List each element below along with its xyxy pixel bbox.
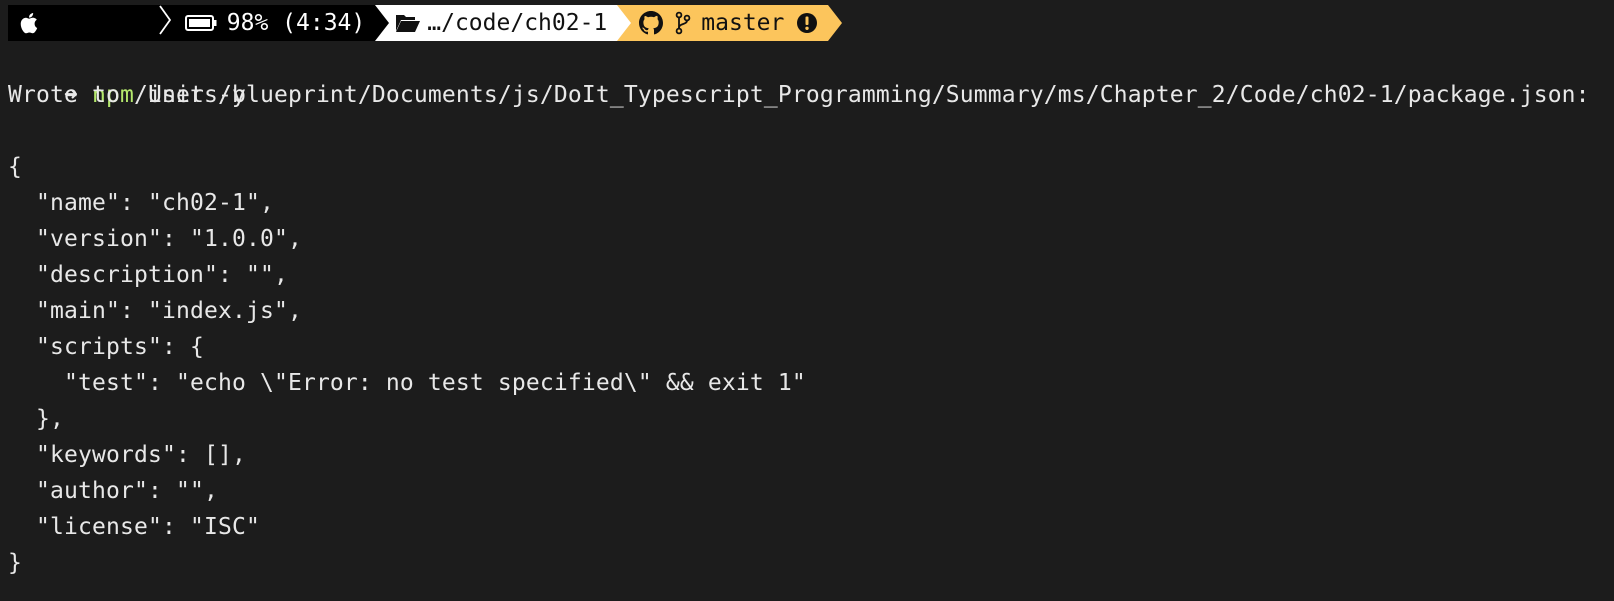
current-directory: …/code/ch02-1 xyxy=(427,10,608,36)
json-line: } xyxy=(8,550,22,576)
battery-icon xyxy=(184,15,217,31)
json-line: "author": "", xyxy=(8,478,218,504)
segment-separator-icon xyxy=(48,0,171,67)
json-line: { xyxy=(8,154,22,180)
command-line: ➜ npm init -y xyxy=(8,41,1614,108)
alert-circle-icon xyxy=(796,12,818,34)
prompt-git-segment: master xyxy=(617,5,843,41)
folder-open-icon xyxy=(395,13,421,33)
output-blank-line xyxy=(8,113,1614,149)
github-icon xyxy=(639,11,664,35)
json-line: "description": "", xyxy=(8,262,288,288)
git-branch-name: master xyxy=(701,10,785,36)
json-line: "test": "echo \"Error: no test specified… xyxy=(8,370,806,396)
json-line: "scripts": { xyxy=(8,334,204,360)
json-line: "keywords": [], xyxy=(8,442,246,468)
output-wrote-line: Wrote to /Users/blueprint/Documents/js/D… xyxy=(8,82,1590,108)
prompt-bar: 98% (4:34) …/code/ch02-1 master xyxy=(8,5,1614,41)
battery-status-text: 98% (4:34) xyxy=(226,10,366,36)
prompt-directory-segment: …/code/ch02-1 xyxy=(375,5,632,41)
terminal-window[interactable]: 98% (4:34) …/code/ch02-1 master ➜ npm in… xyxy=(0,5,1614,601)
json-line: "version": "1.0.0", xyxy=(8,226,302,252)
json-line: "name": "ch02-1", xyxy=(8,190,274,216)
prompt-battery-segment: 98% (4:34) xyxy=(178,5,390,41)
json-line: }, xyxy=(8,406,64,432)
git-branch-icon xyxy=(675,11,691,35)
json-line: "main": "index.js", xyxy=(8,298,302,324)
json-line: "license": "ISC" xyxy=(8,514,260,540)
prompt-os-segment xyxy=(8,5,179,41)
apple-icon xyxy=(20,11,40,35)
